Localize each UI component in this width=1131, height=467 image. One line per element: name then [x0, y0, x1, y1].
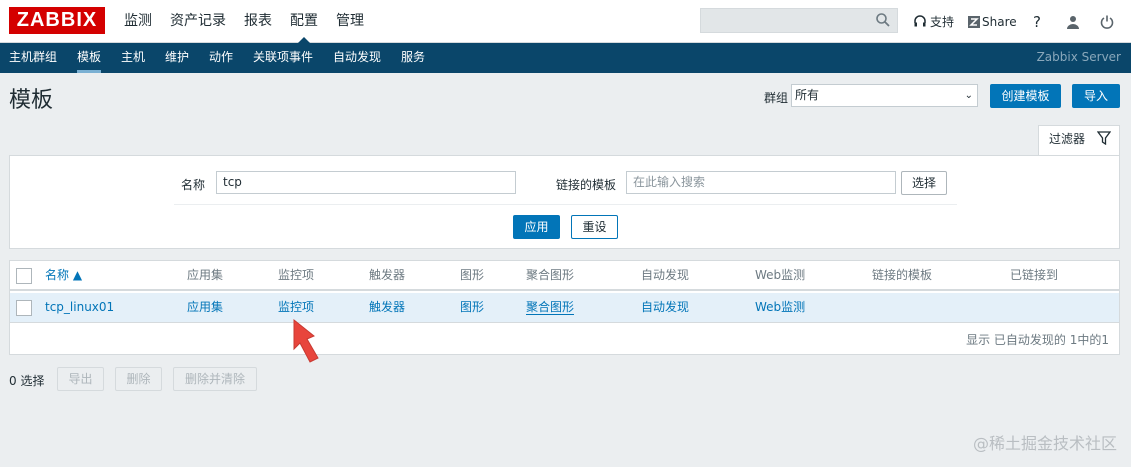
- triggers-link[interactable]: 触发器: [369, 293, 405, 323]
- top-header: ZABBIX 监测 资产记录 报表 配置 管理 支持 Share ?: [0, 0, 1131, 44]
- submenu-maintenance[interactable]: 维护: [165, 43, 189, 73]
- share-icon: [968, 15, 980, 28]
- column-triggers: 触发器: [369, 268, 406, 282]
- column-linked-to: 已链接到: [1010, 268, 1059, 282]
- discovery-link[interactable]: 自动发现: [641, 293, 689, 323]
- column-graphs: 图形: [460, 268, 485, 282]
- menu-administration[interactable]: 管理: [327, 0, 373, 43]
- select-button[interactable]: 选择: [901, 171, 947, 195]
- reset-button[interactable]: 重设: [571, 215, 618, 239]
- submenu-actions[interactable]: 动作: [209, 43, 233, 73]
- submenu-hosts[interactable]: 主机: [121, 43, 145, 73]
- filter-tab[interactable]: 过滤器: [1038, 125, 1120, 156]
- zabbix-logo[interactable]: ZABBIX: [9, 7, 105, 34]
- chevron-down-icon: ⌄: [964, 90, 973, 101]
- row-checkbox[interactable]: [16, 300, 32, 316]
- watermark: @稀土掘金技术社区: [972, 434, 1117, 453]
- global-search-input[interactable]: [700, 8, 898, 33]
- screens-link-label: 聚合图形: [526, 300, 575, 315]
- create-template-button[interactable]: 创建模板: [990, 84, 1061, 108]
- filter-panel: 名称 tcp 链接的模板 在此输入搜索 选择 应用 重设: [9, 155, 1120, 249]
- help-icon[interactable]: ?: [1033, 0, 1041, 43]
- main-menu: 监测 资产记录 报表 配置 管理: [115, 0, 373, 44]
- linked-templates-label: 链接的模板: [556, 178, 617, 192]
- support-label: 支持: [930, 15, 955, 29]
- column-linked-templates: 链接的模板: [872, 268, 933, 282]
- name-label: 名称: [181, 178, 206, 192]
- submenu-correlation[interactable]: 关联项事件: [253, 43, 313, 73]
- group-label: 群组: [764, 91, 789, 105]
- server-name: Zabbix Server: [1036, 50, 1121, 64]
- submenu-discovery[interactable]: 自动发现: [333, 43, 381, 73]
- apply-button[interactable]: 应用: [513, 215, 560, 239]
- search-icon[interactable]: [875, 12, 891, 28]
- logout-icon[interactable]: [1100, 0, 1114, 43]
- template-name-link[interactable]: tcp_linux01: [45, 293, 114, 323]
- group-select-value: 所有: [795, 88, 820, 102]
- support-link[interactable]: 支持: [913, 0, 954, 43]
- filter-icon: [1097, 131, 1111, 145]
- submenu-host-groups[interactable]: 主机群组: [9, 43, 57, 73]
- menu-reports[interactable]: 报表: [235, 0, 281, 43]
- graphs-link[interactable]: 图形: [460, 293, 484, 323]
- table-footer-count: 显示 已自动发现的 1中的1: [966, 333, 1109, 347]
- sub-menu: 主机群组 模板 主机 维护 动作 关联项事件 自动发现 服务 Zabbix Se…: [0, 43, 1131, 73]
- filter-tab-label: 过滤器: [1049, 132, 1086, 146]
- headset-icon: [914, 14, 926, 26]
- selected-count: 0 选择: [9, 374, 45, 388]
- annotation-arrow-icon: [293, 318, 319, 363]
- name-input[interactable]: tcp: [216, 171, 516, 194]
- column-web: Web监测: [755, 268, 806, 282]
- column-discovery: 自动发现: [641, 268, 690, 282]
- share-link[interactable]: Share: [968, 0, 1017, 43]
- delete-clear-button[interactable]: 删除并清除: [173, 367, 257, 391]
- table-row: tcp_linux01 应用集 监控项 触发器 图形 聚合图形 自动发现 Web…: [10, 293, 1119, 323]
- menu-configuration[interactable]: 配置: [281, 0, 327, 44]
- menu-monitoring[interactable]: 监测: [115, 0, 161, 43]
- column-screens: 聚合图形: [526, 268, 575, 282]
- column-name[interactable]: 名称 ▲: [45, 261, 82, 291]
- submenu-templates[interactable]: 模板: [77, 43, 102, 73]
- screens-link[interactable]: 聚合图形: [526, 293, 575, 323]
- submenu-services[interactable]: 服务: [401, 43, 425, 73]
- page-title: 模板: [9, 88, 54, 113]
- web-link[interactable]: Web监测: [755, 293, 805, 323]
- delete-button[interactable]: 删除: [115, 367, 162, 391]
- templates-table: 名称 ▲ 应用集 监控项 触发器 图形 聚合图形 自动发现 Web监测 链接的模…: [9, 260, 1120, 355]
- column-items: 监控项: [278, 268, 315, 282]
- group-select[interactable]: 所有 ⌄: [791, 84, 978, 107]
- export-button[interactable]: 导出: [57, 367, 104, 391]
- filter-divider: [174, 204, 957, 205]
- profile-icon[interactable]: [1066, 0, 1080, 43]
- share-label: Share: [982, 14, 1017, 29]
- table-header: 名称 ▲ 应用集 监控项 触发器 图形 聚合图形 自动发现 Web监测 链接的模…: [10, 261, 1119, 291]
- import-button[interactable]: 导入: [1072, 84, 1120, 108]
- linked-templates-input[interactable]: 在此输入搜索: [626, 171, 896, 194]
- applications-link[interactable]: 应用集: [187, 293, 223, 323]
- select-all-checkbox[interactable]: [16, 268, 32, 284]
- column-applications: 应用集: [187, 268, 224, 282]
- menu-inventory[interactable]: 资产记录: [161, 0, 235, 43]
